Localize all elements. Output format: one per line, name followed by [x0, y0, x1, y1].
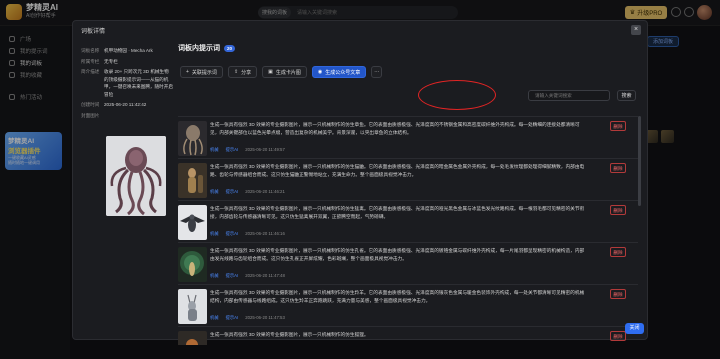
prompt-tag[interactable]: 提示AI [226, 189, 239, 195]
search-button[interactable]: 搜索 [617, 90, 636, 101]
app-root: 梦精灵AI AI创作好帮手 搜我的词板 请输入关键词搜索 ♛ 升级PRO 广场 … [0, 0, 720, 359]
prompt-text: 生成一张具有强烈 3D 效果的专业摄影图片，展示一只机械制作的仿生猛禽。它的表面… [210, 206, 585, 219]
plus-icon: + [186, 69, 189, 75]
octopus-thumbnail [178, 121, 207, 156]
list-item[interactable]: 生成一张具有强烈 3D 效果的专业摄影图片，展示一只机械制作的仿生羚羊。它的表面… [178, 284, 638, 326]
prompt-text: 生成一张具有强烈 3D 效果的专业摄影图片，展示一只机械制作的仿生猫鼬。它的表面… [210, 164, 585, 177]
close-modal-button[interactable]: 关闭 [625, 323, 644, 334]
prompt-tag[interactable]: 提示AI [226, 315, 239, 321]
info-key: 创建时间 [81, 102, 100, 107]
prompt-tag[interactable]: 提示AI [226, 147, 239, 153]
info-value: 收录 20+ 只跨次元 3D 机械生物的顶级摄影提示词——从猫的机甲，一键召唤未… [104, 69, 173, 97]
prompt-tag[interactable]: 提示AI [226, 273, 239, 279]
fox-thumbnail [178, 331, 207, 345]
prompt-tag[interactable]: 机械 [210, 273, 219, 279]
prompt-date: 2025-06-20 11:47:53 [245, 315, 285, 320]
delete-button[interactable]: 删除 [610, 331, 626, 341]
generate-card-button[interactable]: ▣ 生成卡片图 [262, 66, 307, 78]
share-button[interactable]: ⇪ 分享 [227, 66, 258, 78]
prompt-text: 生成一张具有强烈 3D 效果的专业摄影图片，展示一只机械制作的仿生章鱼。它的表面… [210, 122, 580, 135]
delete-button[interactable]: 删除 [610, 205, 626, 215]
info-key: 简介描述 [81, 69, 100, 74]
prompt-text: 生成一张具有强烈 3D 效果的专业摄影图片，展示一只机械制作的仿生狐狸。 [210, 332, 369, 337]
delete-button[interactable]: 删除 [610, 163, 626, 173]
more-options-button[interactable]: ··· [371, 66, 383, 78]
prompt-meta: 机械 提示AI 2025-06-20 11:47:48 [210, 273, 285, 279]
modal-title: 词板详情 [81, 28, 106, 35]
info-row-name: 词板名称 机甲动物园 · Mecha Ark [81, 47, 173, 55]
list-item[interactable]: 生成一张具有强烈 3D 效果的专业摄影图片，展示一只机械制作的仿生猫鼬。它的表面… [178, 158, 638, 200]
info-row-column: 所属专栏 无专栏 [81, 58, 173, 66]
info-value: 2025-06-20 11:42:42 [104, 102, 147, 107]
prompt-list-header: 词板内提示词 20 [178, 43, 641, 53]
info-key: 词板名称 [81, 48, 100, 53]
image-icon: ▣ [268, 69, 273, 75]
list-item[interactable]: 生成一张具有强烈 3D 效果的专业摄影图片，展示一只机械制作的仿生猛禽。它的表面… [178, 200, 638, 242]
generate-card-label: 生成卡片图 [275, 69, 301, 76]
info-value: 无专栏 [104, 58, 118, 64]
delete-button[interactable]: 删除 [610, 121, 626, 131]
prompt-date: 2025-06-20 11:47:48 [245, 273, 285, 278]
prompt-list-title: 词板内提示词 [178, 45, 220, 52]
list-scrollbar[interactable] [638, 116, 641, 206]
prompt-count-badge: 20 [224, 44, 236, 52]
prompt-tag[interactable]: 机械 [210, 231, 219, 237]
prompt-thumbnail[interactable] [178, 247, 207, 282]
meerkat-thumbnail [178, 163, 207, 198]
prompt-meta: 机械 提示AI 2025-06-20 11:46:21 [210, 189, 285, 195]
info-key: 所属专栏 [81, 58, 100, 64]
delete-button[interactable]: 删除 [610, 247, 626, 257]
prompt-thumbnail[interactable] [178, 331, 207, 345]
prompt-meta: 机械 提示AI 2025-06-20 11:47:53 [210, 315, 285, 321]
close-icon[interactable]: × [631, 25, 641, 35]
link-prompt-label: 关联提示词 [191, 69, 217, 76]
highlight-annotation-circle [418, 80, 496, 110]
delete-button[interactable]: 删除 [610, 289, 626, 299]
wechat-icon: ◉ [317, 69, 323, 75]
board-detail-modal: 词板详情 × 词板名称 机甲动物园 · Mecha Ark 所属专栏 无专栏 简介描… [72, 20, 648, 345]
list-item[interactable]: 生成一张具有强烈 3D 效果的专业摄影图片，展示一只机械制作的仿生狐狸。 删除 [178, 326, 638, 345]
octopus-illustration [106, 136, 166, 216]
list-item[interactable]: 生成一张具有强烈 3D 效果的专业摄影图片，展示一只机械制作的仿生章鱼。它的表面… [178, 116, 638, 158]
prompt-thumbnail[interactable] [178, 121, 207, 156]
info-key: 封面图片 [81, 112, 100, 118]
info-row-cover: 封面图片 [81, 112, 173, 120]
prompt-tag[interactable]: 机械 [210, 189, 219, 195]
generate-article-button[interactable]: ◉ 生成公众号文章 [311, 66, 367, 78]
link-prompt-button[interactable]: + 关联提示词 [180, 66, 223, 78]
share-label: 分享 [241, 69, 252, 76]
prompt-text: 生成一张具有强烈 3D 效果的专业摄影图片，展示一只机械制作的仿生孔雀。它的表面… [210, 248, 585, 261]
generate-article-label: 生成公众号文章 [325, 69, 361, 76]
prompt-tag[interactable]: 提示AI [226, 231, 239, 237]
prompt-tag[interactable]: 机械 [210, 315, 219, 321]
prompt-list: 生成一张具有强烈 3D 效果的专业摄影图片，展示一只机械制作的仿生章鱼。它的表面… [178, 116, 641, 345]
prompt-list-panel: 词板内提示词 20 + 关联提示词 ⇪ 分享 ▣ 生成卡片图 ◉ 生成公众号文章 ···… [178, 43, 641, 345]
prompt-thumbnail[interactable] [178, 205, 207, 240]
prompt-date: 2025-06-20 11:46:21 [245, 189, 285, 194]
board-cover-image [106, 136, 166, 216]
peacock-thumbnail [178, 247, 207, 282]
info-row-description: 简介描述 收录 20+ 只跨次元 3D 机械生物的顶级摄影提示词——从猫的机甲，一… [81, 68, 173, 98]
prompt-date: 2025-06-20 11:49:57 [245, 147, 285, 152]
prompt-text: 生成一张具有强烈 3D 效果的专业摄影图片，展示一只机械制作的仿生羚羊。它的表面… [210, 290, 585, 303]
prompt-thumbnail[interactable] [178, 163, 207, 198]
prompt-date: 2025-06-20 11:46:16 [245, 231, 285, 236]
prompt-meta: 机械 提示AI 2025-06-20 11:49:57 [210, 147, 285, 153]
prompt-toolbar: + 关联提示词 ⇪ 分享 ▣ 生成卡片图 ◉ 生成公众号文章 ··· [180, 66, 383, 78]
eagle-thumbnail [178, 205, 207, 240]
info-value: 机甲动物园 · Mecha Ark [104, 48, 153, 53]
prompt-tag[interactable]: 机械 [210, 147, 219, 153]
prompt-thumbnail[interactable] [178, 289, 207, 324]
info-row-created: 创建时间 2025-06-20 11:42:42 [81, 101, 173, 109]
prompt-meta: 机械 提示AI 2025-06-20 11:46:16 [210, 231, 285, 237]
keyword-search-input[interactable]: 请输入关键词搜索 [528, 90, 610, 101]
antelope-thumbnail [178, 289, 207, 324]
list-item[interactable]: 生成一张具有强烈 3D 效果的专业摄影图片，展示一只机械制作的仿生孔雀。它的表面… [178, 242, 638, 284]
modal-header: 词板详情 [73, 21, 647, 39]
share-icon: ⇪ [233, 69, 239, 75]
board-info-panel: 词板名称 机甲动物园 · Mecha Ark 所属专栏 无专栏 简介描述 收录 20+… [81, 47, 173, 122]
